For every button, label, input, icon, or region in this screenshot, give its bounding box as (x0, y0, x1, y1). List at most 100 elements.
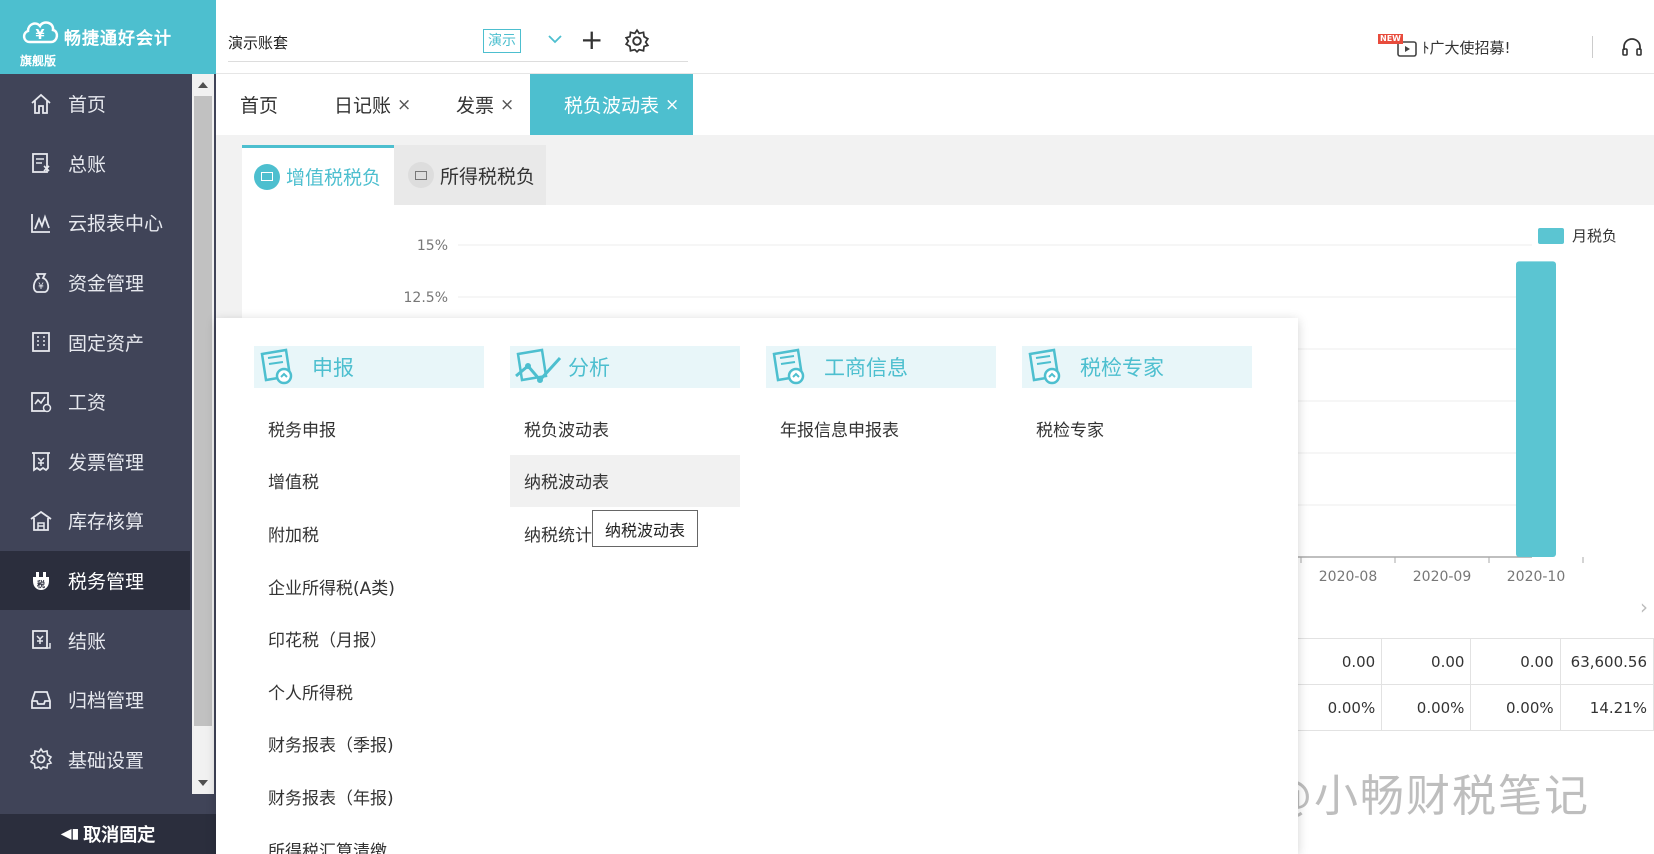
video-new-icon: NEW (1378, 34, 1418, 60)
menu-item[interactable]: 年报信息申报表 (766, 402, 996, 455)
sidebar-item-inventory[interactable]: 库存核算 (0, 491, 190, 551)
sidebar-item-tax[interactable]: 税 税务管理 (0, 550, 190, 611)
sidebar-item-fixed-assets[interactable]: 固定资产 (0, 312, 190, 372)
subtab-label: 增值税税负 (286, 167, 382, 189)
legend-swatch (1538, 227, 1564, 244)
menu-item[interactable]: 个人所得税 (254, 665, 484, 718)
demo-tag: 演示 (483, 29, 521, 53)
sidebar-item-closing[interactable]: 结账 (0, 610, 190, 670)
warehouse-icon (28, 508, 54, 534)
gear-icon (28, 746, 54, 772)
menu-item[interactable]: 印花税（月报） (254, 612, 484, 665)
sidebar-item-label: 库存核算 (68, 511, 145, 534)
tab-tax-burden[interactable]: 税负波动表 × (530, 74, 694, 135)
account-selector[interactable]: 演示账套 演示 (228, 26, 688, 62)
ledger-icon (28, 150, 54, 176)
home-icon (28, 91, 54, 117)
scroll-down-arrow-icon[interactable] (198, 780, 208, 786)
sidebar-item-funds[interactable]: ¥ 资金管理 (0, 253, 190, 313)
document-stamp-icon (1028, 348, 1061, 385)
edition-label: 旗舰版 (20, 54, 57, 68)
table-cell: 63,600.56 (1559, 638, 1654, 685)
sidebar-item-label: 基础设置 (68, 749, 145, 772)
sidebar-item-label: 固定资产 (68, 332, 145, 355)
menu-item[interactable]: 附加税 (254, 507, 484, 560)
tab-label: 日记账 (334, 95, 392, 117)
x-tick-label: 2020-10 (1507, 569, 1566, 585)
subtab-vat-burden[interactable]: 增值税税负 (242, 145, 394, 205)
tab-journal[interactable]: 日记账 × (334, 74, 411, 135)
money-bag-icon: ¥ (28, 270, 54, 296)
document-stamp-icon (260, 348, 293, 385)
close-icon[interactable]: × (500, 95, 514, 115)
column-list: 年报信息申报表 (766, 402, 996, 455)
tab-home[interactable]: 首页 (240, 74, 278, 135)
y-tick-label: 12.5% (404, 290, 448, 306)
sidebar-item-archive[interactable]: 归档管理 (0, 670, 190, 730)
sidebar-item-settings[interactable]: 基础设置 (0, 730, 190, 790)
sidebar-scrollbar[interactable] (192, 74, 214, 794)
chart-legend[interactable]: 月税负 (1538, 225, 1617, 246)
column-title: 申报 (312, 356, 354, 380)
column-header: 分析 (510, 346, 740, 388)
tab-bar: 首页 日记账 × 发票 × 税负波动表 × (216, 74, 1654, 135)
app-window: ¥ 畅捷通好会计 旗舰版 首页 总账 云报表中心 ¥ 资金管理 固定资产 工资 … (0, 0, 1654, 854)
chevron-right-icon[interactable]: › (1640, 595, 1648, 619)
table-cell: 0.00 (1381, 638, 1472, 685)
sidebar-item-label: 税务管理 (68, 571, 145, 594)
promo-link[interactable]: NEW ﾄ广大使招募! (1378, 34, 1511, 60)
scroll-up-arrow-icon[interactable] (198, 82, 208, 88)
menu-item-hovered[interactable]: 纳税波动表 (510, 454, 740, 508)
menu-item[interactable]: 税负波动表 (510, 402, 740, 455)
divider (1592, 36, 1593, 58)
column-header: 申报 (254, 346, 484, 388)
menu-item[interactable]: 所得税汇算清缴 (254, 823, 484, 854)
sidebar-item-ledger[interactable]: 总账 (0, 134, 190, 194)
report-chart-icon (28, 210, 54, 236)
close-icon[interactable]: × (397, 95, 411, 115)
sidebar-item-salary[interactable]: 工资 (0, 372, 190, 432)
tab-label: 首页 (240, 95, 279, 117)
headset-icon[interactable] (1620, 36, 1644, 60)
sidebar-item-label: 资金管理 (68, 273, 145, 296)
column-header: 税检专家 (1022, 346, 1252, 388)
cloud-logo-icon: ¥ (22, 21, 59, 44)
menu-item[interactable]: 增值税 (254, 455, 484, 508)
subtab-income-tax-burden[interactable]: 所得税税负 (394, 145, 546, 205)
archive-icon (28, 687, 54, 713)
table-cell: 14.21% (1559, 684, 1654, 731)
tab-label: 发票 (456, 95, 495, 117)
menu-item[interactable]: 企业所得税(A类) (254, 560, 484, 613)
scrollbar-thumb[interactable] (194, 96, 212, 726)
close-icon[interactable]: × (665, 95, 679, 115)
table-cell: 0.00% (1470, 684, 1561, 731)
settings-gear-icon[interactable] (624, 28, 650, 54)
menu-item[interactable]: 税检专家 (1022, 402, 1252, 455)
sidebar-item-home[interactable]: 首页 (0, 74, 190, 134)
brand-header[interactable]: ¥ 畅捷通好会计 旗舰版 (0, 0, 216, 74)
add-button[interactable]: + (580, 26, 603, 54)
tab-label: 税负波动表 (564, 95, 660, 117)
menu-item[interactable]: 财务报表（季报) (254, 718, 484, 771)
bar-2020-10[interactable] (1516, 261, 1556, 557)
unpin-label: 取消固定 (83, 825, 156, 846)
sidebar-item-invoice[interactable]: 发票管理 (0, 432, 190, 492)
menu-item[interactable]: 税务申报 (254, 402, 484, 455)
menu-item[interactable]: 财务报表（年报) (254, 770, 484, 823)
document-stamp-icon (772, 348, 805, 385)
sidebar-item-label: 结账 (68, 630, 107, 653)
legend-label: 月税负 (1572, 227, 1618, 245)
column-title: 税检专家 (1080, 356, 1164, 380)
tab-invoice[interactable]: 发票 × (456, 74, 514, 135)
checkout-icon (28, 627, 54, 653)
vat-icon (254, 163, 280, 190)
sidebar-item-label: 总账 (68, 153, 107, 176)
sidebar-item-label: 云报表中心 (68, 213, 164, 236)
menu-column-filing: 申报 税务申报 增值税 附加税 企业所得税(A类) 印花税（月报） 个人所得税 … (254, 346, 484, 854)
sidebar-item-label: 工资 (68, 392, 107, 415)
unpin-button[interactable]: ◀▮ 取消固定 (0, 814, 216, 854)
sidebar-item-report-center[interactable]: 云报表中心 (0, 193, 190, 253)
salary-icon (28, 389, 54, 415)
chevron-down-icon[interactable] (546, 30, 564, 48)
column-list: 税检专家 (1022, 402, 1252, 455)
